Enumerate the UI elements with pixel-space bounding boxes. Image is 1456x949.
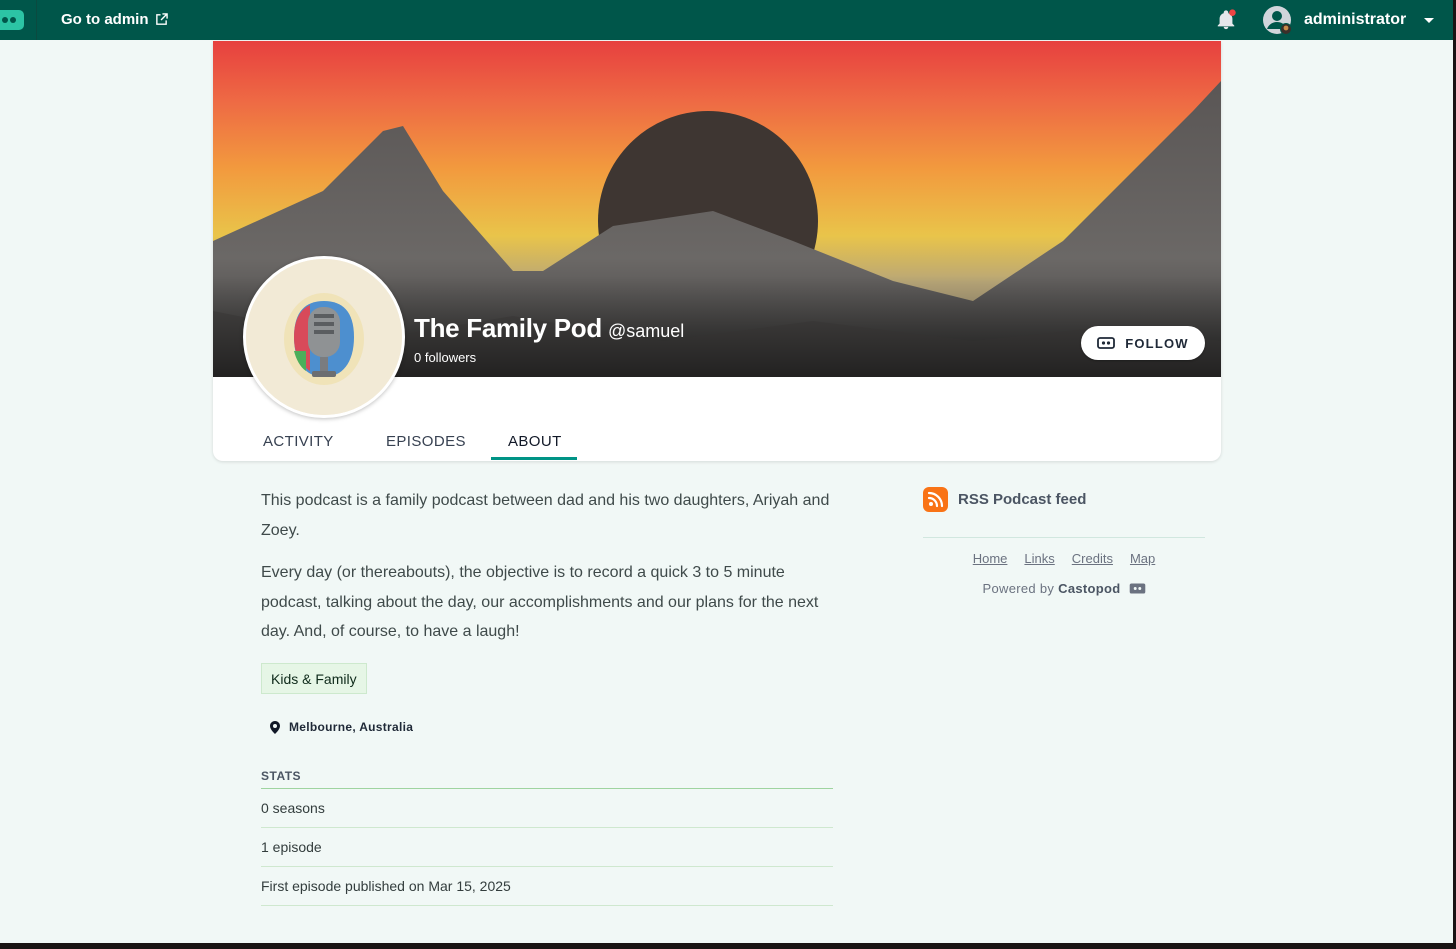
podcast-cover [243,256,405,418]
follow-label: FOLLOW [1125,335,1189,351]
tab-activity[interactable]: ACTIVITY [263,433,334,450]
about-paragraph: Every day (or thereabouts), the objectiv… [261,564,819,640]
footer-link-map[interactable]: Map [1130,551,1155,566]
stat-row: 0 seasons [261,789,833,828]
footer-links: Home Links Credits Map [923,551,1205,566]
logo-icon [0,10,24,30]
username: administrator [1304,11,1407,28]
location[interactable]: Melbourne, Australia [270,720,413,734]
castopod-icon [1129,583,1145,594]
castopod-link[interactable]: Castopod [1058,581,1120,596]
footer-link-home[interactable]: Home [973,551,1008,566]
external-link-icon [155,13,168,25]
about-section: This podcast is a family podcast between… [261,486,833,660]
tab-episodes[interactable]: EPISODES [386,433,466,450]
podcast-handle: @samuel [607,321,685,341]
map-pin-icon [270,720,280,734]
podcast-title-group: The Family Pod @samuel [414,313,684,344]
stat-row: 1 episode [261,828,833,867]
podcast-header: The Family Pod @samuel 0 followers FOLLO… [213,41,1221,461]
sidebar-divider [923,537,1205,538]
category-tag[interactable]: Kids & Family [261,663,367,694]
chevron-down-icon [1424,17,1435,23]
powered-by: Powered by Castopod [923,581,1205,596]
stat-row: First episode published on Mar 15, 2025 [261,867,833,906]
follow-button[interactable]: FOLLOW [1081,326,1205,360]
rss-feed-link[interactable]: RSS Podcast feed [923,487,1086,512]
rss-icon [923,487,948,512]
bell-icon[interactable] [1215,9,1237,31]
followers-count: 0 followers [414,350,477,365]
tab-bar: ACTIVITY EPISODES ABOUT [213,421,1221,461]
user-avatar-icon [1262,5,1292,35]
stats-list: 0 seasons 1 episode First episode publis… [261,788,833,906]
about-paragraph: This podcast is a family podcast between… [261,492,830,539]
location-label: Melbourne, Australia [289,720,414,734]
podcast-title: The Family Pod [414,313,602,343]
page: Go to admin administrator The Family Pod… [0,0,1453,943]
home-logo-button[interactable] [0,0,37,40]
active-tab-indicator [491,457,577,460]
go-to-admin-link[interactable]: Go to admin [61,11,168,28]
footer-link-credits[interactable]: Credits [1072,551,1113,566]
top-bar: Go to admin administrator [0,0,1453,40]
castopod-icon [1097,337,1116,349]
footer-link-links[interactable]: Links [1024,551,1054,566]
go-to-admin-label: Go to admin [61,11,149,28]
powered-by-prefix: Powered by [982,581,1055,596]
stats-title: STATS [261,769,302,783]
rss-label: RSS Podcast feed [958,491,1087,508]
notification-dot [1229,9,1236,16]
tab-about[interactable]: ABOUT [508,433,562,450]
user-menu[interactable]: administrator [1262,5,1435,35]
